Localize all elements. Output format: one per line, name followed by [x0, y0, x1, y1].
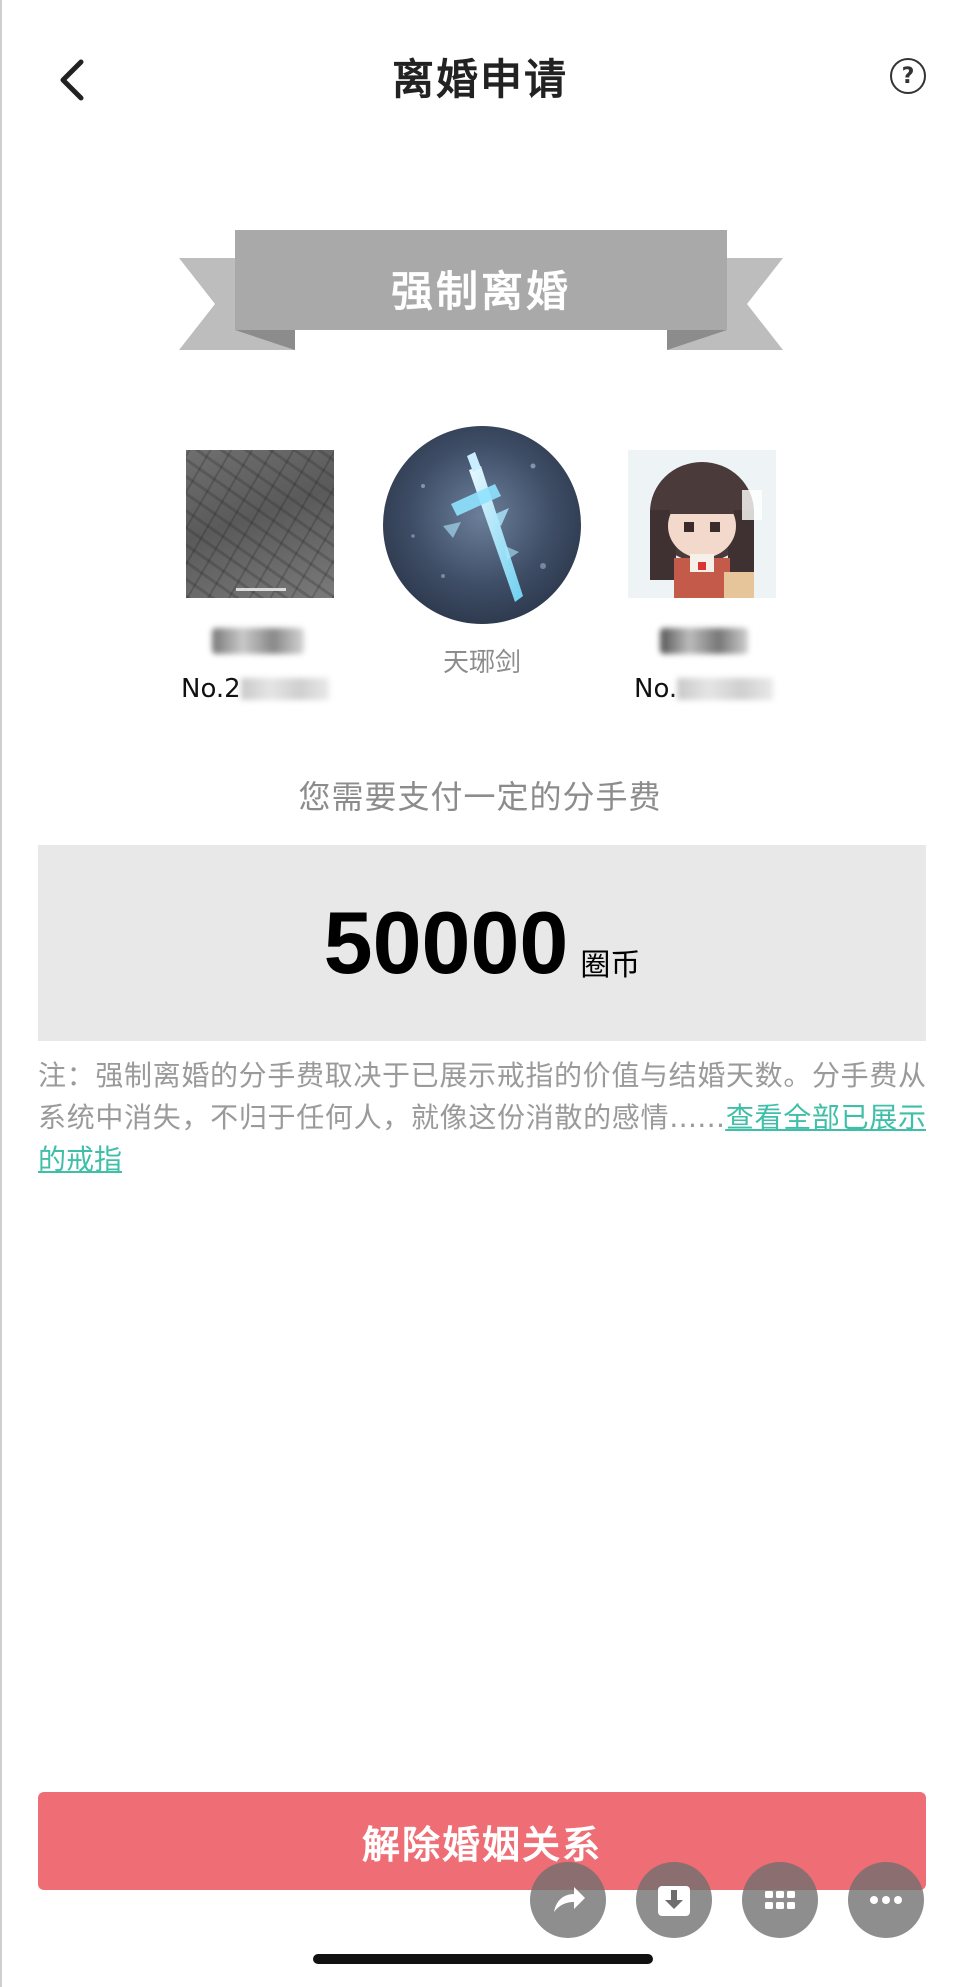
avatar-right[interactable]	[628, 450, 776, 598]
help-icon[interactable]: ?	[890, 58, 926, 94]
nav-bar: 离婚申请 ?	[0, 0, 960, 150]
name-right-blurred	[660, 628, 748, 654]
download-button[interactable]	[636, 1862, 712, 1938]
fee-label: 您需要支付一定的分手费	[298, 778, 662, 816]
screen-edge	[0, 0, 2, 1987]
anime-avatar	[628, 450, 776, 598]
page-title: 离婚申请	[391, 55, 568, 104]
more-button[interactable]	[848, 1862, 924, 1938]
ring-name: 天琊剑	[442, 648, 521, 678]
home-indicator[interactable]	[313, 1954, 653, 1964]
ring-image[interactable]	[383, 426, 581, 624]
banner-title: 强制离婚	[390, 266, 571, 316]
fee-unit: 圈币	[580, 948, 641, 983]
grid-icon	[765, 1891, 795, 1909]
fee-note: 注：强制离婚的分手费取决于已展示戒指的价值与结婚天数。分手费从系统中消失，不归于…	[38, 1055, 926, 1181]
id-right: No.	[634, 674, 774, 704]
fee-amount: 50000	[323, 893, 569, 992]
avatar-left[interactable]	[186, 450, 334, 598]
sword-icon	[383, 426, 581, 624]
more-icon	[870, 1896, 902, 1904]
name-left-blurred	[212, 628, 304, 654]
download-icon	[658, 1886, 690, 1916]
fee-box: 50000 圈币	[38, 845, 926, 1041]
apps-button[interactable]	[742, 1862, 818, 1938]
share-button[interactable]	[530, 1862, 606, 1938]
mode-banner: 强制离婚	[175, 228, 787, 358]
share-icon	[554, 1887, 585, 1912]
id-left: No.2	[181, 674, 329, 704]
